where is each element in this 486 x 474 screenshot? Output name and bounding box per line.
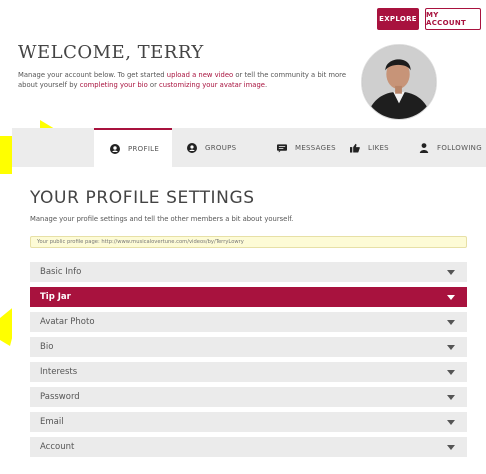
tab-messages-label: MESSAGES <box>295 143 336 152</box>
section-basic-info-label: Basic Info <box>40 267 82 277</box>
avatar <box>361 44 437 120</box>
customize-avatar-link[interactable]: customizing your avatar image <box>159 81 265 89</box>
tab-likes-label: LIKES <box>368 143 389 152</box>
complete-bio-link[interactable]: completing your bio <box>80 81 148 89</box>
profile-tab-bar: PROFILE GROUPS MESSAGES LIKES FOLLOWING <box>12 128 486 167</box>
section-tip-jar-label: Tip Jar <box>40 292 71 302</box>
upload-video-link[interactable]: upload a new video <box>167 71 233 79</box>
tab-following-label: FOLLOWING <box>437 143 482 152</box>
caret-down-icon <box>447 294 455 300</box>
section-email-label: Email <box>40 417 64 427</box>
caret-down-icon <box>447 419 455 425</box>
caret-down-icon <box>447 394 455 400</box>
section-interests[interactable]: Interests <box>30 362 467 382</box>
settings-title: YOUR PROFILE SETTINGS <box>30 188 255 208</box>
tab-profile-label: PROFILE <box>128 144 160 153</box>
intro-text-1: Manage your account below. To get starte… <box>18 71 167 79</box>
tab-groups-label: GROUPS <box>205 143 237 152</box>
section-bio-label: Bio <box>40 342 54 352</box>
group-circle-icon <box>187 142 197 153</box>
caret-down-icon <box>447 444 455 450</box>
caret-down-icon <box>447 344 455 350</box>
intro-text-3: or <box>147 81 160 89</box>
section-basic-info[interactable]: Basic Info <box>30 262 467 282</box>
section-account-label: Account <box>40 442 75 452</box>
tab-groups[interactable]: GROUPS <box>187 128 236 167</box>
explore-button[interactable]: EXPLORE <box>377 8 419 30</box>
tab-profile[interactable]: PROFILE <box>94 128 172 167</box>
caret-down-icon <box>447 369 455 375</box>
intro-text-4: . <box>264 81 268 89</box>
section-avatar-photo[interactable]: Avatar Photo <box>30 312 467 332</box>
welcome-heading: WELCOME, TERRY <box>18 42 204 63</box>
section-interests-label: Interests <box>40 367 78 377</box>
tab-following[interactable]: FOLLOWING <box>419 128 482 167</box>
section-email[interactable]: Email <box>30 412 467 432</box>
thumbs-up-icon <box>350 143 360 153</box>
tab-likes[interactable]: LIKES <box>350 128 389 167</box>
caret-down-icon <box>447 319 455 325</box>
section-account[interactable]: Account <box>30 437 467 457</box>
user-circle-icon <box>110 143 120 154</box>
messages-icon <box>277 143 287 153</box>
public-profile-notice: Your public profile page: http://www.mus… <box>30 236 467 248</box>
my-account-button[interactable]: MY ACCOUNT <box>425 8 481 30</box>
settings-description: Manage your profile settings and tell th… <box>30 215 294 223</box>
person-icon <box>419 142 429 153</box>
tab-messages[interactable]: MESSAGES <box>277 128 336 167</box>
section-bio[interactable]: Bio <box>30 337 467 357</box>
intro-text: Manage your account below. To get starte… <box>18 70 358 90</box>
caret-down-icon <box>447 269 455 275</box>
section-avatar-photo-label: Avatar Photo <box>40 317 95 327</box>
section-password-label: Password <box>40 392 80 402</box>
avatar-image <box>362 45 436 119</box>
section-password[interactable]: Password <box>30 387 467 407</box>
section-tip-jar[interactable]: Tip Jar <box>30 287 467 307</box>
